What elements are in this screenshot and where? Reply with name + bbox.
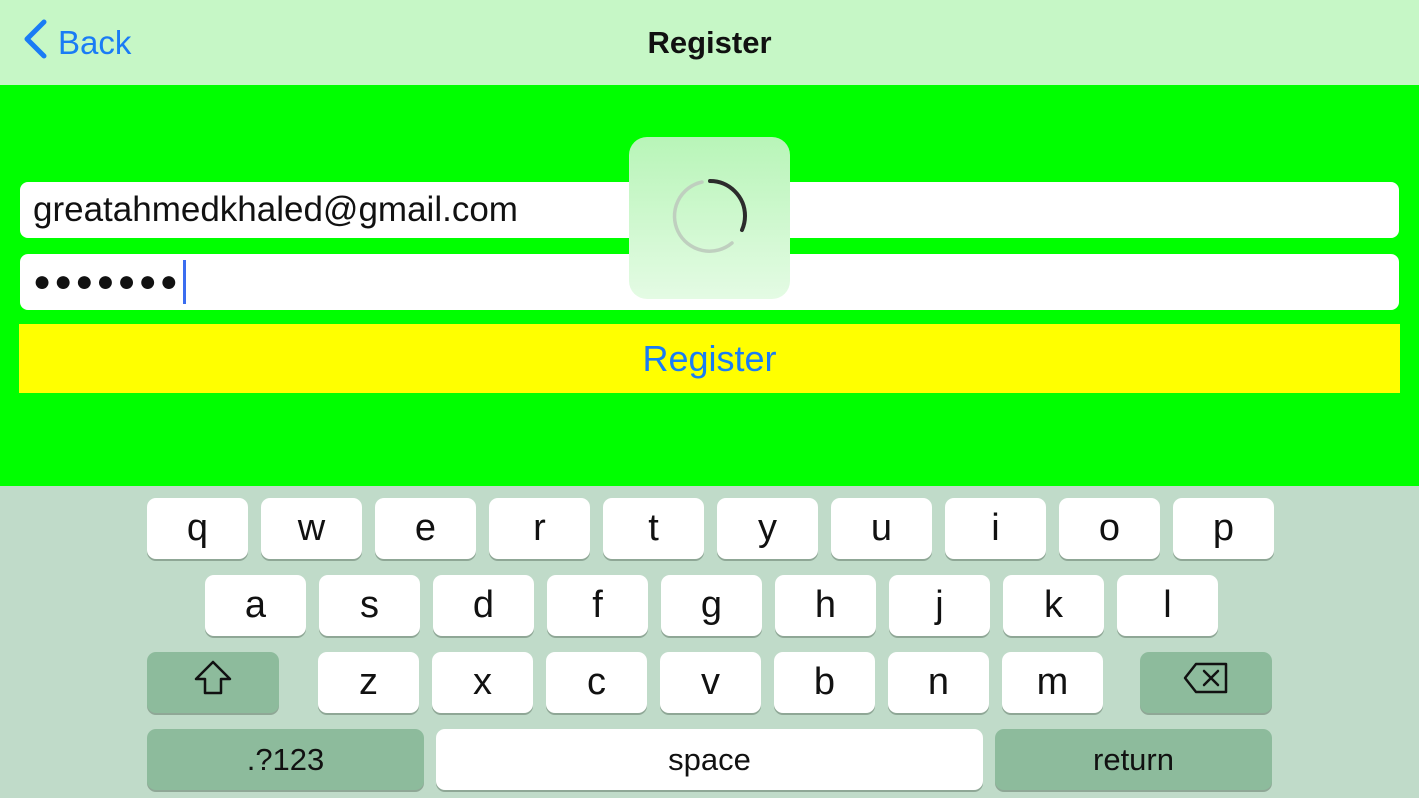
- chevron-left-icon: [22, 19, 58, 67]
- key-w[interactable]: w: [261, 498, 362, 559]
- password-field-value: ●●●●●●●: [33, 265, 181, 298]
- key-n[interactable]: n: [888, 652, 989, 713]
- key-a[interactable]: a: [205, 575, 306, 636]
- return-key[interactable]: return: [995, 729, 1272, 790]
- key-o[interactable]: o: [1059, 498, 1160, 559]
- space-key[interactable]: space: [436, 729, 983, 790]
- key-h[interactable]: h: [775, 575, 876, 636]
- key-m[interactable]: m: [1002, 652, 1103, 713]
- delete-icon: [1182, 661, 1230, 705]
- numbers-key[interactable]: .?123: [147, 729, 424, 790]
- text-cursor: [182, 260, 186, 304]
- key-y[interactable]: y: [717, 498, 818, 559]
- key-g[interactable]: g: [661, 575, 762, 636]
- back-button-label: Back: [58, 24, 132, 61]
- key-x[interactable]: x: [432, 652, 533, 713]
- key-k[interactable]: k: [1003, 575, 1104, 636]
- key-c[interactable]: c: [546, 652, 647, 713]
- key-b[interactable]: b: [774, 652, 875, 713]
- key-i[interactable]: i: [945, 498, 1046, 559]
- key-l[interactable]: l: [1117, 575, 1218, 636]
- key-j[interactable]: j: [889, 575, 990, 636]
- register-button[interactable]: Register: [19, 324, 1400, 393]
- key-q[interactable]: q: [147, 498, 248, 559]
- key-e[interactable]: e: [375, 498, 476, 559]
- on-screen-keyboard: qwertyuiop asdfghjkl zxcvbnm .?123 space…: [0, 486, 1419, 798]
- shift-key[interactable]: [147, 652, 279, 713]
- key-r[interactable]: r: [489, 498, 590, 559]
- key-z[interactable]: z: [318, 652, 419, 713]
- key-d[interactable]: d: [433, 575, 534, 636]
- shift-icon: [193, 659, 233, 707]
- key-p[interactable]: p: [1173, 498, 1274, 559]
- key-u[interactable]: u: [831, 498, 932, 559]
- delete-key[interactable]: [1140, 652, 1272, 713]
- spinner-icon: [660, 166, 760, 271]
- key-t[interactable]: t: [603, 498, 704, 559]
- page-title: Register: [647, 24, 772, 60]
- key-f[interactable]: f: [547, 575, 648, 636]
- email-field-value: greatahmedkhaled@gmail.com: [33, 190, 518, 229]
- back-button[interactable]: Back: [22, 19, 132, 67]
- loading-indicator: [629, 137, 790, 299]
- navigation-bar: Back Register: [0, 0, 1419, 85]
- key-s[interactable]: s: [319, 575, 420, 636]
- key-v[interactable]: v: [660, 652, 761, 713]
